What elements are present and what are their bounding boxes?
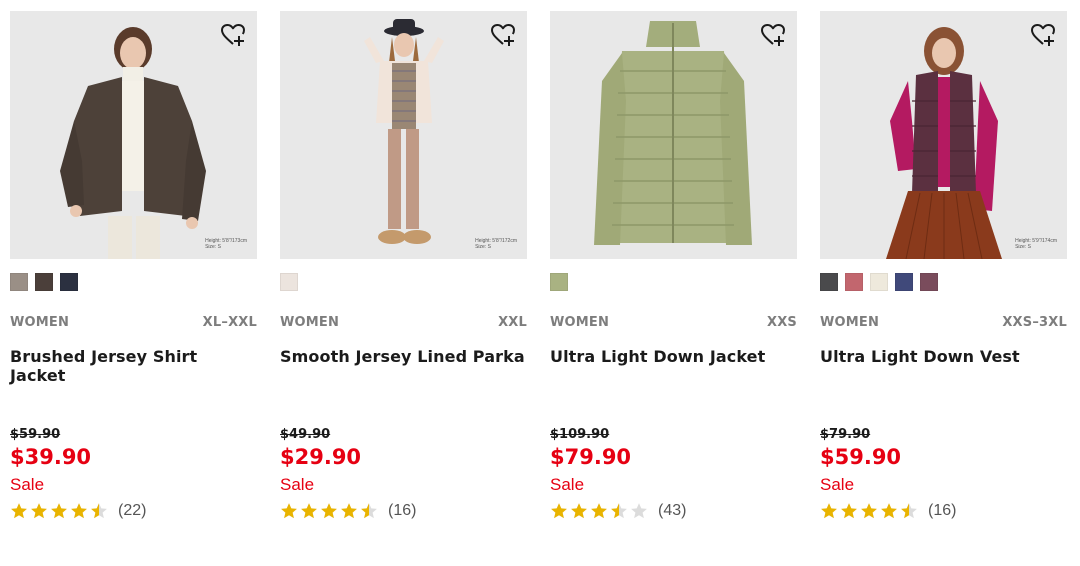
color-swatch[interactable] <box>35 273 53 291</box>
star-full-icon <box>71 503 87 519</box>
star-full-icon <box>861 503 877 519</box>
original-price: $109.90 <box>550 427 610 442</box>
product-meta: WOMEN XXL <box>280 315 527 330</box>
sale-label: Sale <box>550 475 585 494</box>
star-half-icon <box>611 503 627 519</box>
star-full-icon <box>591 503 607 519</box>
model-size: Size: S <box>1015 244 1031 250</box>
product-image[interactable]: Height: 5'9"/174cm Size: S <box>820 11 1067 259</box>
color-swatch[interactable] <box>60 273 78 291</box>
star-full-icon <box>11 503 27 519</box>
product-card[interactable]: WOMEN XXS Ultra Light Down Jacket $109.9… <box>550 11 797 521</box>
star-full-icon <box>51 503 67 519</box>
color-swatch[interactable] <box>550 273 568 291</box>
star-empty-icon <box>631 503 647 519</box>
wishlist-add-button[interactable] <box>219 21 247 49</box>
heart-plus-icon <box>761 24 785 46</box>
product-name[interactable]: Smooth Jersey Lined Parka <box>280 347 527 427</box>
product-image[interactable] <box>550 11 797 259</box>
review-count: (43) <box>658 502 687 519</box>
star-full-icon <box>881 503 897 519</box>
model-size: Size: S <box>205 244 221 250</box>
product-image[interactable]: Height: 5'8"/173cm Size: S <box>10 11 257 259</box>
gender-label: WOMEN <box>10 315 70 330</box>
star-full-icon <box>281 503 297 519</box>
review-count: (16) <box>388 502 417 519</box>
sale-price: $29.90 <box>280 445 362 469</box>
sale-label: Sale <box>10 475 45 494</box>
star-full-icon <box>301 503 317 519</box>
star-full-icon <box>551 503 567 519</box>
sale-label: Sale <box>280 475 315 494</box>
star-full-icon <box>341 503 357 519</box>
product-meta: WOMEN XXS <box>550 315 797 330</box>
product-name[interactable]: Brushed Jersey Shirt Jacket <box>10 347 257 427</box>
original-price: $79.90 <box>820 427 871 442</box>
color-swatch[interactable] <box>10 273 28 291</box>
gender-label: WOMEN <box>280 315 340 330</box>
star-rating <box>280 502 378 520</box>
product-name[interactable]: Ultra Light Down Jacket <box>550 347 797 427</box>
model-caption: Height: 5'9"/174cm Size: S <box>1015 238 1057 250</box>
size-range: XXL <box>498 315 527 330</box>
star-full-icon <box>31 503 47 519</box>
star-half-icon <box>361 503 377 519</box>
product-grid: Height: 5'8"/173cm Size: S WOMEN XL–XXL … <box>10 11 1067 521</box>
model-caption: Height: 5'8"/173cm Size: S <box>205 238 247 250</box>
color-swatches <box>280 273 527 291</box>
product-card[interactable]: Height: 5'8"/172cm Size: S WOMEN XXL Smo… <box>280 11 527 521</box>
rating[interactable]: (43) <box>550 501 797 521</box>
star-full-icon <box>321 503 337 519</box>
product-card[interactable]: Height: 5'8"/173cm Size: S WOMEN XL–XXL … <box>10 11 257 521</box>
wishlist-add-button[interactable] <box>1029 21 1057 49</box>
gender-label: WOMEN <box>550 315 610 330</box>
star-full-icon <box>821 503 837 519</box>
star-full-icon <box>841 503 857 519</box>
size-range: XXS–3XL <box>1002 315 1067 330</box>
color-swatches <box>550 273 797 291</box>
rating[interactable]: (16) <box>820 501 1067 521</box>
heart-plus-icon <box>221 24 245 46</box>
color-swatch[interactable] <box>280 273 298 291</box>
wishlist-add-button[interactable] <box>489 21 517 49</box>
color-swatch[interactable] <box>895 273 913 291</box>
star-half-icon <box>901 503 917 519</box>
sale-label: Sale <box>820 475 855 494</box>
original-price: $59.90 <box>10 427 61 442</box>
gender-label: WOMEN <box>820 315 880 330</box>
product-meta: WOMEN XXS–3XL <box>820 315 1067 330</box>
star-rating <box>10 502 108 520</box>
color-swatch[interactable] <box>820 273 838 291</box>
sale-price: $59.90 <box>820 445 902 469</box>
model-caption: Height: 5'8"/172cm Size: S <box>475 238 517 250</box>
rating[interactable]: (16) <box>280 501 527 521</box>
color-swatch[interactable] <box>845 273 863 291</box>
review-count: (22) <box>118 502 147 519</box>
product-meta: WOMEN XL–XXL <box>10 315 257 330</box>
heart-plus-icon <box>491 24 515 46</box>
color-swatches <box>10 273 257 291</box>
sale-price: $39.90 <box>10 445 92 469</box>
rating[interactable]: (22) <box>10 501 257 521</box>
heart-plus-icon <box>1031 24 1055 46</box>
model-size: Size: S <box>475 244 491 250</box>
product-card[interactable]: Height: 5'9"/174cm Size: S WOMEN XXS–3XL… <box>820 11 1067 521</box>
product-image[interactable]: Height: 5'8"/172cm Size: S <box>280 11 527 259</box>
color-swatches <box>820 273 1067 291</box>
star-rating <box>820 502 918 520</box>
star-half-icon <box>91 503 107 519</box>
review-count: (16) <box>928 502 957 519</box>
wishlist-add-button[interactable] <box>759 21 787 49</box>
color-swatch[interactable] <box>920 273 938 291</box>
original-price: $49.90 <box>280 427 331 442</box>
product-name[interactable]: Ultra Light Down Vest <box>820 347 1067 427</box>
size-range: XXS <box>766 315 797 330</box>
star-full-icon <box>571 503 587 519</box>
color-swatch[interactable] <box>870 273 888 291</box>
sale-price: $79.90 <box>550 445 632 469</box>
star-rating <box>550 502 648 520</box>
size-range: XL–XXL <box>202 315 257 330</box>
